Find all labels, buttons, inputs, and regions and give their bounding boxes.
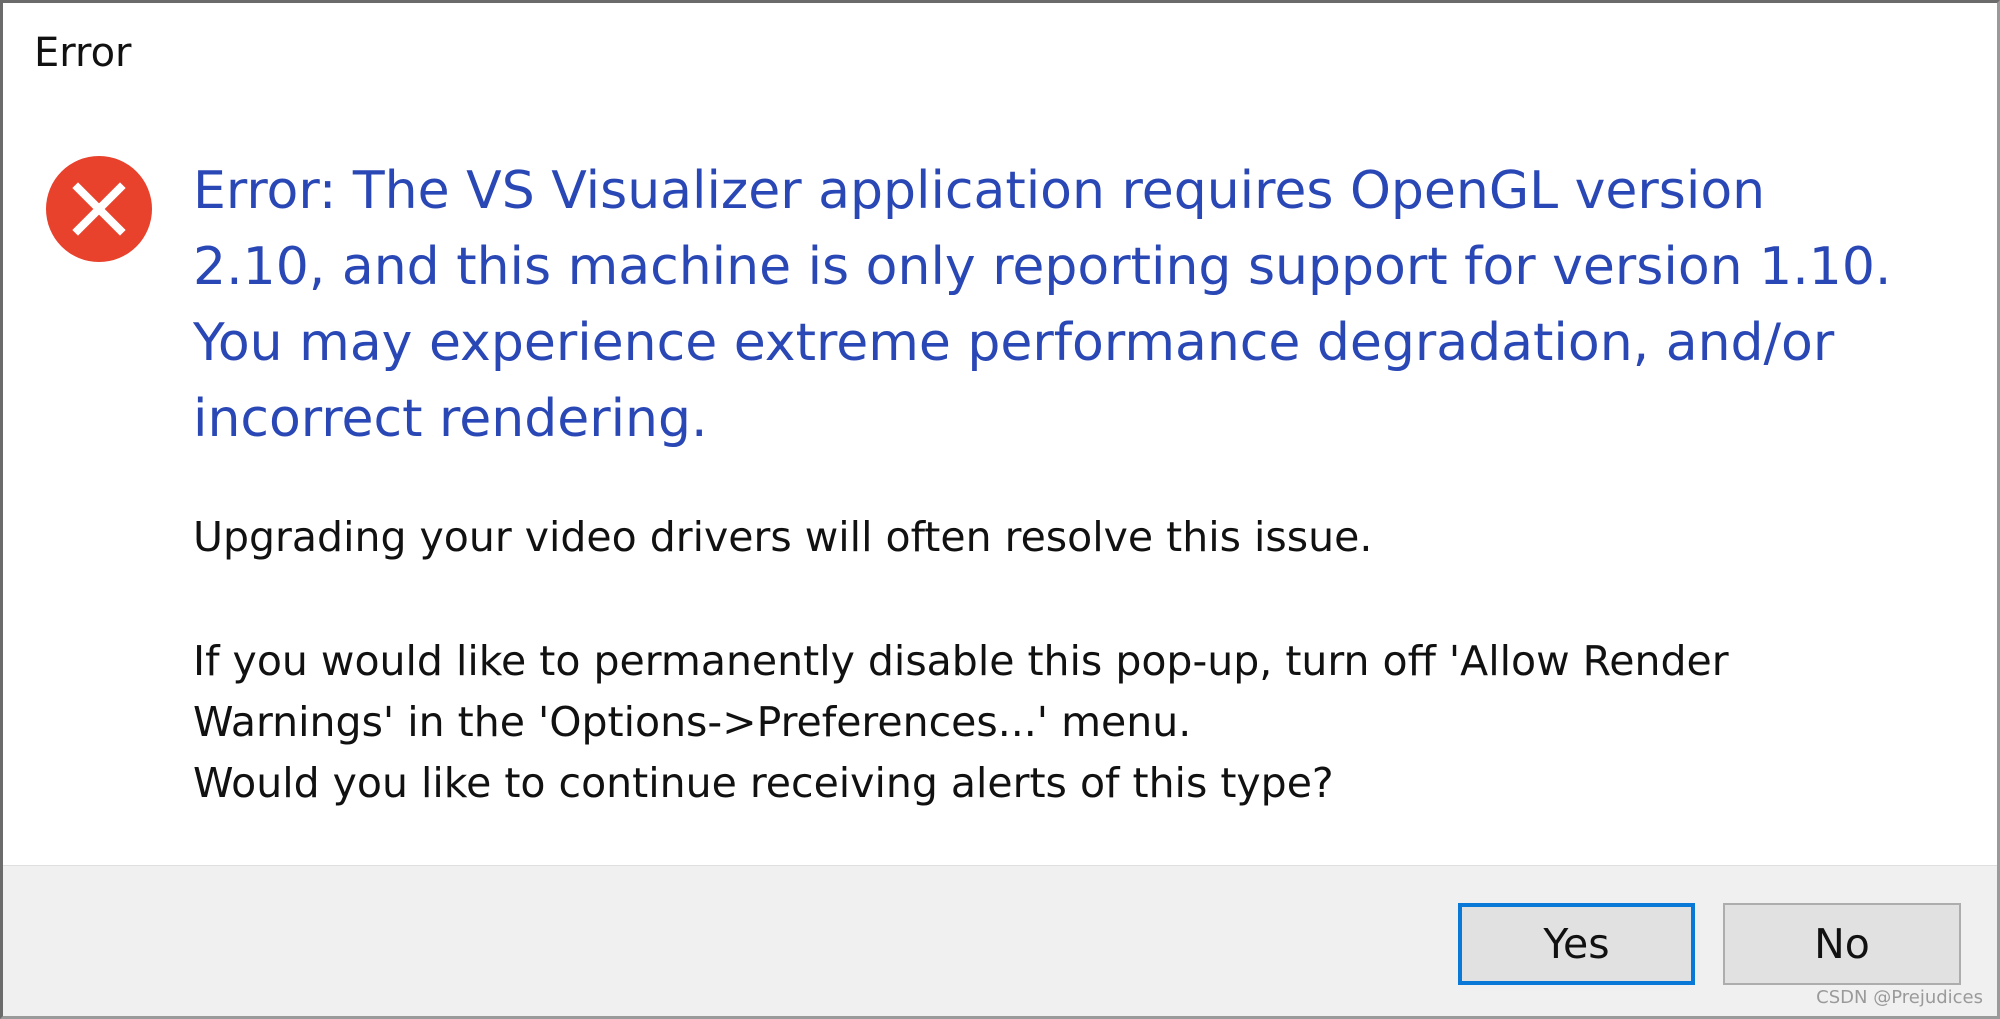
no-button[interactable]: No [1723,903,1961,985]
watermark: CSDN @Prejudices [1816,987,1983,1008]
error-dialog: Error Error: The VS Visualizer applicati… [0,0,2000,1019]
dialog-title: Error [34,30,132,76]
error-icon [46,156,152,262]
driver-hint-text: Upgrading your video drivers will often … [193,513,1373,561]
alert-question-text: If you would like to permanently disable… [193,637,1729,807]
yes-button[interactable]: Yes [1458,903,1695,985]
button-bar: Yes No [3,865,1997,1016]
main-error-message: Error: The VS Visualizer application req… [193,161,1892,449]
